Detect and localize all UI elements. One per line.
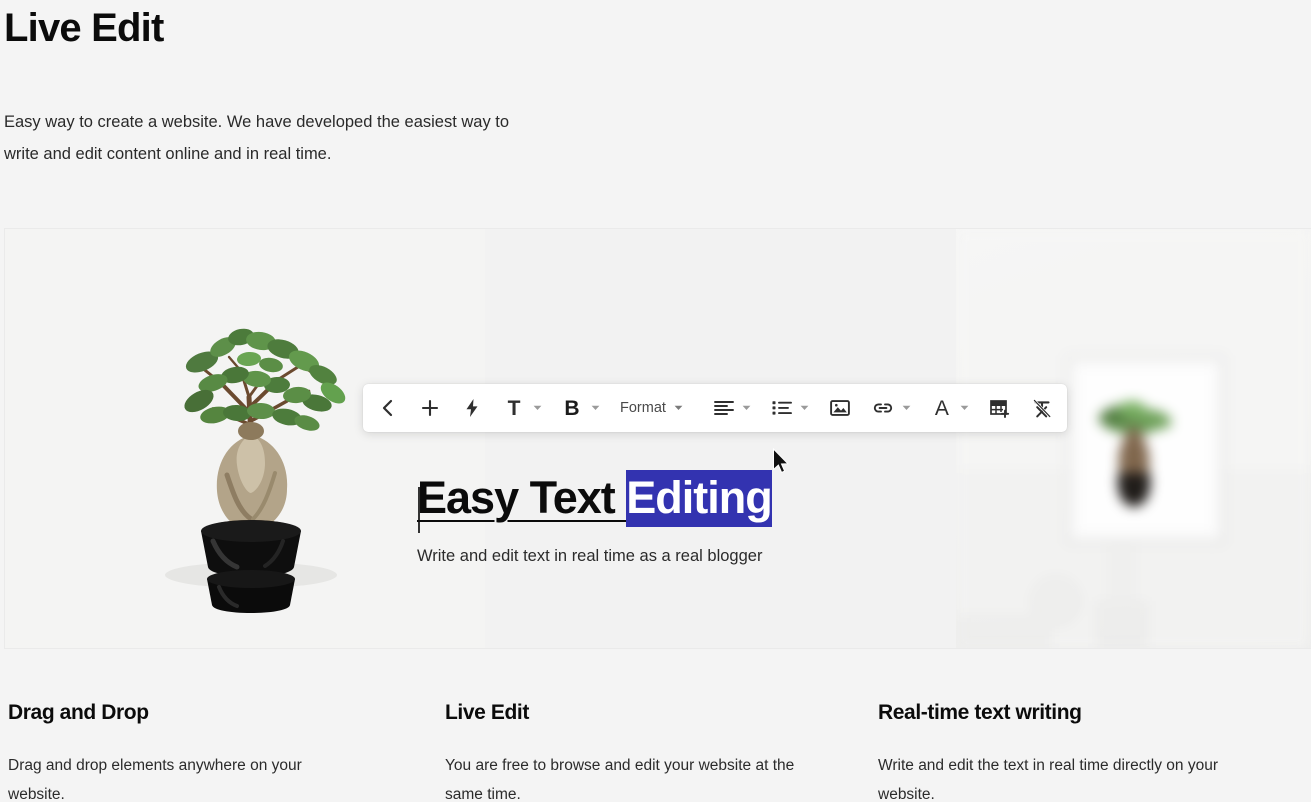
toolbar-gap [755, 408, 767, 409]
feature-body: You are free to browse and edit your web… [445, 757, 795, 802]
toolbar-gap [915, 408, 927, 409]
bold-glyph: B [564, 396, 580, 420]
format-dropdown-caret[interactable] [671, 391, 687, 425]
chevron-down-icon [961, 405, 969, 410]
live-edit-landing-page: Live Edit Easy way to create a website. … [0, 0, 1311, 802]
align-button[interactable] [709, 391, 739, 425]
framed-plant-print-illustration [956, 229, 1311, 648]
toolbar-gap [403, 408, 415, 409]
bold-button[interactable]: B [557, 391, 587, 425]
align-left-icon [713, 401, 734, 415]
add-element-button[interactable] [415, 391, 445, 425]
intro-paragraph: Easy way to create a website. We have de… [4, 113, 510, 163]
plus-icon [421, 399, 439, 417]
page-title: Live Edit [4, 6, 164, 50]
toolbar-gap [973, 408, 985, 409]
insert-link-button[interactable] [867, 391, 899, 425]
rich-text-toolbar[interactable]: T B Format A [363, 384, 1067, 432]
hero-image-framed-print[interactable] [956, 229, 1311, 648]
format-label: Format [620, 400, 666, 416]
hero-editable-section[interactable] [4, 228, 1311, 649]
insert-table-icon [990, 399, 1010, 418]
text-style-glyph: T [507, 396, 521, 420]
link-icon [873, 403, 893, 413]
chevron-down-icon [591, 405, 599, 410]
hero-image-bonsai[interactable] [5, 229, 485, 648]
text-style-button[interactable]: T [499, 391, 529, 425]
toolbar-gap [603, 408, 615, 409]
insert-image-button[interactable] [825, 391, 855, 425]
font-color-button[interactable]: A [927, 391, 957, 425]
lightning-bolt-icon [466, 399, 478, 417]
feature-title: Real-time text writing [878, 701, 1082, 724]
toolbar-gap [687, 408, 709, 409]
align-dropdown-caret[interactable] [739, 391, 755, 425]
toolbar-gap [445, 408, 457, 409]
hero-headline-selected-text[interactable]: Editing [626, 470, 773, 527]
hero-headline-plain[interactable]: Easy Text [417, 472, 626, 523]
toolbar-gap [487, 408, 499, 409]
feature-card-live-edit: Live Edit You are free to browse and edi… [4, 700, 882, 802]
chevron-down-icon [801, 405, 809, 410]
chevron-down-icon [743, 405, 751, 410]
list-dropdown-caret[interactable] [797, 391, 813, 425]
text-cursor-caret [418, 487, 420, 533]
toolbar-gap [1015, 408, 1027, 409]
hero-subtitle[interactable]: Write and edit text in real time as a re… [417, 543, 887, 569]
chevron-down-icon [903, 405, 911, 410]
chevron-down-icon [675, 405, 683, 410]
list-button[interactable] [767, 391, 797, 425]
text-style-dropdown-caret[interactable] [529, 391, 545, 425]
intro-block: Live Edit Easy way to create a website. … [0, 0, 760, 170]
back-button[interactable] [373, 391, 403, 425]
clear-formatting-button[interactable] [1027, 391, 1057, 425]
hero-editable-text-block[interactable]: Easy Text Editing Write and edit text in… [417, 470, 887, 569]
bold-dropdown-caret[interactable] [587, 391, 603, 425]
link-dropdown-caret[interactable] [899, 391, 915, 425]
chevron-left-icon [382, 399, 393, 417]
quick-actions-button[interactable] [457, 391, 487, 425]
format-dropdown-button[interactable]: Format [615, 391, 671, 425]
image-icon [830, 400, 850, 416]
font-color-glyph: A [934, 396, 949, 420]
feature-body: Write and edit the text in real time dir… [878, 757, 1219, 802]
remove-format-icon [1033, 398, 1052, 418]
insert-table-button[interactable] [985, 391, 1015, 425]
font-color-dropdown-caret[interactable] [957, 391, 973, 425]
chevron-down-icon [533, 405, 541, 410]
toolbar-gap [813, 408, 825, 409]
bulleted-list-icon [772, 401, 792, 415]
feature-title: Live Edit [445, 701, 529, 724]
bonsai-plant-illustration [165, 328, 346, 613]
toolbar-gap [545, 408, 557, 409]
feature-card-real-time-text-writing: Real-time text writing Write and edit th… [878, 700, 1278, 802]
toolbar-gap [855, 408, 867, 409]
hero-headline[interactable]: Easy Text Editing [417, 470, 887, 527]
